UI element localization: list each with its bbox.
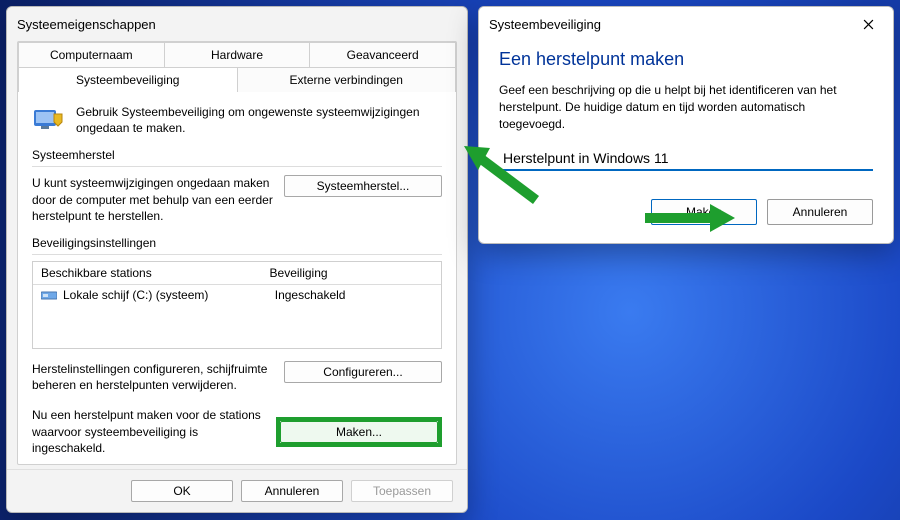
cell-protection: Ingeschakeld bbox=[275, 288, 433, 302]
protection-icon bbox=[32, 104, 66, 134]
window-title: Systeemeigenschappen bbox=[17, 17, 457, 32]
restore-point-name-input[interactable] bbox=[499, 146, 873, 171]
dialog-heading: Een herstelpunt maken bbox=[499, 49, 873, 70]
cell-drive: Lokale schijf (C:) (systeem) bbox=[63, 288, 269, 302]
create-restore-point-dialog: Systeembeveiliging Een herstelpunt maken… bbox=[478, 6, 894, 244]
titlebar[interactable]: Systeembeveiliging bbox=[479, 7, 893, 41]
titlebar[interactable]: Systeemeigenschappen bbox=[7, 7, 467, 41]
tab-computer-name[interactable]: Computernaam bbox=[19, 43, 165, 67]
tab-advanced[interactable]: Geavanceerd bbox=[310, 43, 455, 67]
create-text: Nu een herstelpunt maken voor de station… bbox=[32, 407, 266, 456]
col-protection: Beveiliging bbox=[262, 262, 441, 284]
create-button[interactable]: Maken bbox=[651, 199, 757, 225]
tabs-container: Computernaam Hardware Geavanceerd Systee… bbox=[17, 41, 457, 465]
configure-text: Herstelinstellingen configureren, schijf… bbox=[32, 361, 274, 393]
col-drive: Beschikbare stations bbox=[33, 262, 262, 284]
system-restore-button[interactable]: Systeemherstel... bbox=[284, 175, 442, 197]
apply-button[interactable]: Toepassen bbox=[351, 480, 453, 502]
restore-text: U kunt systeemwijzigingen ongedaan maken… bbox=[32, 175, 274, 224]
ok-button[interactable]: OK bbox=[131, 480, 233, 502]
create-button-highlight: Maken... bbox=[276, 417, 442, 447]
tab-hardware[interactable]: Hardware bbox=[165, 43, 311, 67]
system-properties-window: Systeemeigenschappen Computernaam Hardwa… bbox=[6, 6, 468, 513]
tab-remote[interactable]: Externe verbindingen bbox=[238, 67, 456, 92]
dialog-buttons: OK Annuleren Toepassen bbox=[7, 469, 467, 512]
window-title: Systeembeveiliging bbox=[489, 17, 853, 32]
intro-text: Gebruik Systeembeveiliging om ongewenste… bbox=[76, 104, 442, 136]
table-row[interactable]: Lokale schijf (C:) (systeem) Ingeschakel… bbox=[33, 285, 441, 305]
disk-icon bbox=[41, 289, 57, 301]
dialog-description: Geef een beschrijving op die u helpt bij… bbox=[499, 82, 873, 132]
configure-button[interactable]: Configureren... bbox=[284, 361, 442, 383]
drives-table[interactable]: Beschikbare stations Beveiliging Lokale … bbox=[32, 261, 442, 349]
cancel-button[interactable]: Annuleren bbox=[241, 480, 343, 502]
section-settings-heading: Beveiligingsinstellingen bbox=[32, 236, 442, 250]
create-restore-point-button[interactable]: Maken... bbox=[280, 421, 438, 443]
cancel-button[interactable]: Annuleren bbox=[767, 199, 873, 225]
section-restore-heading: Systeemherstel bbox=[32, 148, 442, 162]
close-button[interactable] bbox=[853, 12, 883, 36]
tab-system-protection[interactable]: Systeembeveiliging bbox=[19, 67, 238, 92]
close-icon bbox=[863, 19, 874, 30]
tab-panel: Gebruik Systeembeveiliging om ongewenste… bbox=[18, 92, 456, 464]
